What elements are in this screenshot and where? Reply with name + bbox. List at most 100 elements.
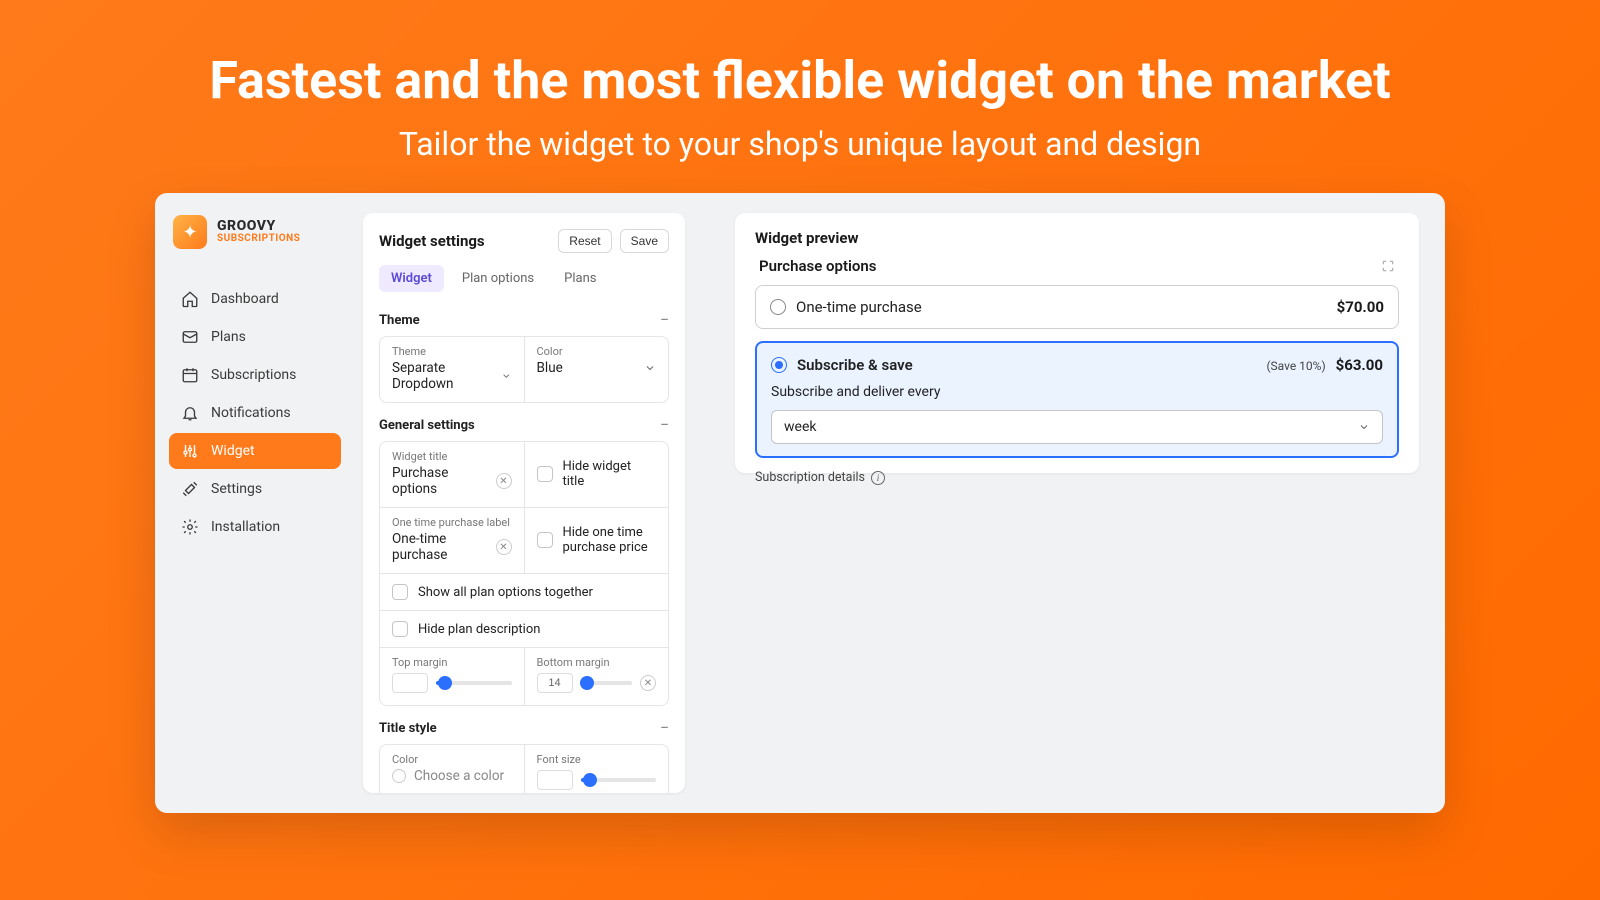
collapse-icon[interactable]: −: [660, 312, 669, 328]
color-select[interactable]: Color Blue: [524, 337, 669, 402]
hero-subtitle: Tailor the widget to your shop's unique …: [209, 125, 1390, 163]
chevron-down-icon: [501, 370, 511, 382]
hero: Fastest and the most flexible widget on …: [209, 0, 1390, 193]
section-theme-title: Theme: [379, 313, 420, 328]
subscription-details-link[interactable]: Subscription details i: [755, 470, 1399, 485]
title-color-select[interactable]: Color Choose a color: [380, 745, 524, 793]
checkbox-label: Show all plan options together: [418, 585, 593, 600]
preview-title: Widget preview: [755, 229, 859, 247]
bottom-margin-input[interactable]: [537, 673, 573, 693]
font-size-slider[interactable]: [581, 778, 657, 782]
settings-title: Widget settings: [379, 232, 485, 250]
hero-title: Fastest and the most flexible widget on …: [209, 50, 1390, 111]
widget-title-input[interactable]: Widget title Purchase options ✕: [380, 442, 524, 507]
checkbox-label: Hide plan description: [418, 622, 540, 637]
one-time-price: $70.00: [1337, 298, 1384, 316]
section-general-title: General settings: [379, 418, 475, 433]
calendar-icon: [181, 366, 199, 384]
option-label: One-time purchase: [796, 298, 922, 316]
top-margin-slider[interactable]: [436, 681, 512, 685]
widget-title-value: Purchase options: [392, 465, 490, 497]
theme-panel: Theme Separate Dropdown Color Blue: [379, 336, 669, 403]
sidebar-item-widget[interactable]: Widget: [169, 433, 341, 469]
envelope-icon: [181, 328, 199, 346]
checkbox-label: Hide one time purchase price: [563, 525, 657, 555]
sidebar-item-settings[interactable]: Settings: [169, 471, 341, 507]
option-one-time[interactable]: One-time purchase $70.00: [755, 285, 1399, 329]
nav-label: Notifications: [211, 405, 291, 421]
field-label: Widget title: [392, 450, 512, 463]
interval-value: week: [784, 419, 816, 435]
sidebar-item-notifications[interactable]: Notifications: [169, 395, 341, 431]
show-all-together-checkbox[interactable]: [392, 584, 408, 600]
sidebar-item-dashboard[interactable]: Dashboard: [169, 281, 341, 317]
color-swatch-icon: [392, 769, 406, 783]
nav-label: Plans: [211, 329, 246, 345]
chevron-down-icon: [644, 362, 656, 374]
option-subscribe[interactable]: Subscribe & save (Save 10%) $63.00 Subsc…: [755, 341, 1399, 458]
collapse-icon[interactable]: −: [660, 417, 669, 433]
general-panel: Widget title Purchase options ✕ Hide wid…: [379, 441, 669, 706]
save-button[interactable]: Save: [620, 229, 669, 253]
hide-widget-title-checkbox[interactable]: [537, 466, 553, 482]
sub-details-label: Subscription details: [755, 470, 865, 485]
sidebar-item-installation[interactable]: Installation: [169, 509, 341, 545]
info-icon: i: [871, 471, 885, 485]
hide-one-time-price-checkbox[interactable]: [537, 532, 553, 548]
sidebar: ✦ GROOVY SUBSCRIPTIONS Dashboard Plans S…: [155, 193, 355, 813]
nav-label: Installation: [211, 519, 280, 535]
save-tag: (Save 10%): [1266, 359, 1325, 373]
clear-icon[interactable]: ✕: [640, 675, 656, 691]
radio-icon: [771, 357, 787, 373]
field-label: Bottom margin: [537, 656, 657, 669]
bottom-margin-slider[interactable]: [581, 681, 633, 685]
field-label: Top margin: [392, 656, 512, 669]
app-window: ✦ GROOVY SUBSCRIPTIONS Dashboard Plans S…: [155, 193, 1445, 813]
top-margin-input[interactable]: [392, 673, 428, 693]
theme-value: Separate Dropdown: [392, 360, 495, 392]
chevron-down-icon: [1358, 421, 1370, 433]
radio-icon: [770, 299, 786, 315]
theme-select[interactable]: Theme Separate Dropdown: [380, 337, 524, 402]
brand-logo: ✦ GROOVY SUBSCRIPTIONS: [169, 215, 341, 249]
sidebar-item-subscriptions[interactable]: Subscriptions: [169, 357, 341, 393]
gear-icon: [181, 518, 199, 536]
field-label: Font size: [537, 753, 657, 766]
brand-tagline: SUBSCRIPTIONS: [217, 234, 300, 245]
field-label: Color: [392, 753, 512, 766]
interval-select[interactable]: week: [771, 410, 1383, 444]
sparkle-icon: ✦: [173, 215, 207, 249]
sidebar-item-plans[interactable]: Plans: [169, 319, 341, 355]
tab-plan-options[interactable]: Plan options: [450, 265, 546, 292]
purchase-options-title: Purchase options: [759, 257, 876, 275]
option-label: Subscribe & save: [797, 356, 913, 374]
field-label: Color: [537, 345, 657, 358]
clear-icon[interactable]: ✕: [496, 473, 512, 489]
color-placeholder: Choose a color: [414, 768, 504, 784]
subscribe-price: $63.00: [1336, 356, 1383, 374]
sliders-icon: [181, 442, 199, 460]
field-label: Theme: [392, 345, 512, 358]
brand-name: GROOVY: [217, 219, 300, 234]
tab-widget[interactable]: Widget: [379, 265, 444, 292]
nav-label: Widget: [211, 443, 255, 459]
field-label: One time purchase label: [392, 516, 512, 529]
expand-icon[interactable]: [1381, 259, 1395, 273]
title-style-panel: Color Choose a color Font size: [379, 744, 669, 793]
tools-icon: [181, 480, 199, 498]
tab-plans[interactable]: Plans: [552, 265, 608, 292]
deliver-label: Subscribe and deliver every: [771, 384, 1383, 400]
font-size-input[interactable]: [537, 770, 573, 790]
clear-icon[interactable]: ✕: [496, 539, 512, 555]
collapse-icon[interactable]: −: [660, 720, 669, 736]
reset-button[interactable]: Reset: [558, 229, 611, 253]
widget-preview-card: Widget preview Purchase options One-time…: [735, 213, 1419, 473]
nav-label: Dashboard: [211, 291, 279, 307]
nav-label: Settings: [211, 481, 262, 497]
one-time-label-value: One-time purchase: [392, 531, 490, 563]
one-time-label-input[interactable]: One time purchase label One-time purchas…: [380, 508, 524, 573]
widget-settings-card: Widget settings Reset Save Widget Plan o…: [363, 213, 685, 793]
hide-plan-desc-checkbox[interactable]: [392, 621, 408, 637]
bell-icon: [181, 404, 199, 422]
section-title-style: Title style: [379, 721, 437, 736]
